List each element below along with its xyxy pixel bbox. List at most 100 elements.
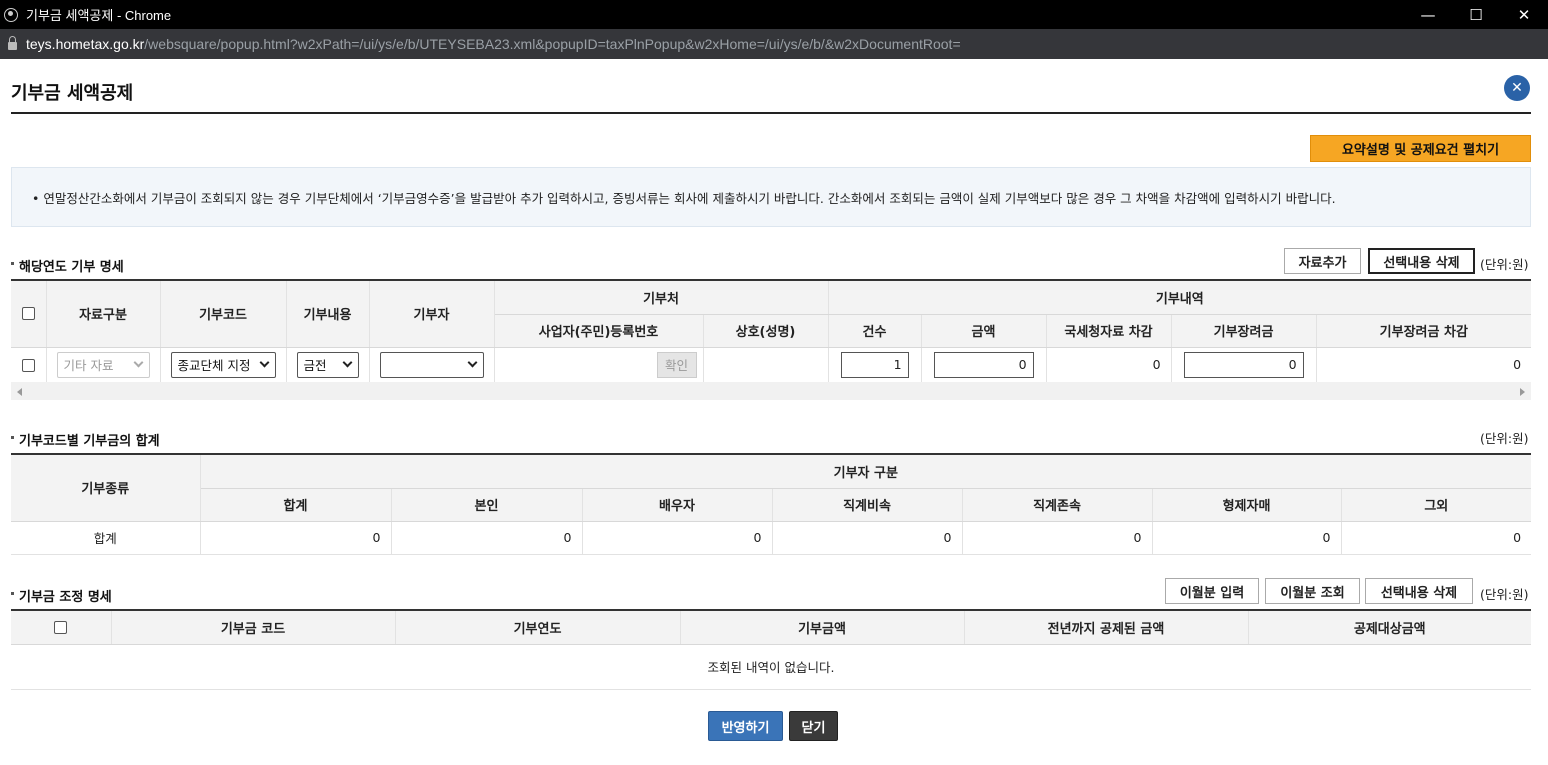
section-title-adjustment: 기부금 조정 명세 xyxy=(11,586,112,605)
incentive-deduct-value: 0 xyxy=(1316,347,1532,383)
header-spouse: 배우자 xyxy=(582,488,773,522)
header-adj-year: 기부연도 xyxy=(395,610,681,645)
page-title: 기부금 세액공제 xyxy=(11,83,134,104)
window-title: 기부금 세액공제 - Chrome xyxy=(26,8,172,23)
header-adj-code: 기부금 코드 xyxy=(111,610,396,645)
row-checkbox-cell xyxy=(11,347,47,383)
header-type: 기부종류 xyxy=(11,454,201,522)
header-content: 기부내용 xyxy=(286,280,370,348)
header-self: 본인 xyxy=(391,488,583,522)
header-count: 건수 xyxy=(828,314,922,348)
sibling-value: 0 xyxy=(1152,521,1342,555)
url-host: teys.hometax.go.kr xyxy=(26,36,145,52)
close-window-button[interactable]: ✕ xyxy=(1500,0,1548,29)
code-value: 종교단체 지정 xyxy=(177,358,251,373)
chevron-down-icon xyxy=(259,357,269,368)
horizontal-scrollbar[interactable] xyxy=(11,382,1531,400)
header-adj-amount: 기부금액 xyxy=(680,610,965,645)
header-total: 합계 xyxy=(200,488,392,522)
header-name: 상호(성명) xyxy=(703,314,829,348)
header-reg-no: 사업자(주민)등록번호 xyxy=(494,314,704,348)
content-value: 금전 xyxy=(303,358,327,373)
url-path: /websquare/popup.html?w2xPath=/ui/ys/e/b… xyxy=(144,36,961,52)
header-other: 그외 xyxy=(1341,488,1532,522)
header-place: 기부처 xyxy=(494,280,829,315)
select-all-checkbox[interactable] xyxy=(21,307,35,321)
header-asc: 직계존속 xyxy=(962,488,1153,522)
minimize-button[interactable]: — xyxy=(1404,0,1452,29)
chevron-down-icon xyxy=(133,357,143,368)
header-desc: 직계비속 xyxy=(772,488,963,522)
row-label: 합계 xyxy=(11,521,201,555)
scroll-left-icon[interactable] xyxy=(17,388,22,396)
data-type-cell: 기타 자료 xyxy=(46,347,161,383)
window-controls: — ☐ ✕ xyxy=(1404,0,1548,29)
row-checkbox[interactable] xyxy=(21,359,35,372)
popup-page: 기부금 세액공제 ✕ 요약설명 및 공제요건 펼치기 • 연말정산간소화에서 기… xyxy=(0,59,1548,765)
incentive-input[interactable]: 0 xyxy=(1183,351,1304,378)
confirm-button[interactable]: 확인 xyxy=(656,351,697,378)
amount-cell: 0 xyxy=(921,347,1047,383)
code-summary-table: 기부종류 기부자 구분 합계 본인 배우자 직계비속 직계존속 형제자매 그외 … xyxy=(11,453,1532,555)
header-code: 기부코드 xyxy=(160,280,287,348)
header-incentive-deduct: 기부장려금 차감 xyxy=(1316,314,1532,348)
header-incentive: 기부장려금 xyxy=(1171,314,1317,348)
header-data-type: 자료구분 xyxy=(46,280,161,348)
header-adj-prev: 전년까지 공제된 금액 xyxy=(964,610,1249,645)
carry-query-button[interactable]: 이월분 조회 xyxy=(1265,578,1360,604)
scroll-right-icon[interactable] xyxy=(1520,388,1525,396)
header-amount: 금액 xyxy=(921,314,1047,348)
table-row: 기타 자료 종교단체 지정 금전 확인 1 0 0 0 0 xyxy=(11,347,1532,383)
lock-icon xyxy=(8,36,17,50)
select-all-checkbox[interactable] xyxy=(54,620,68,634)
unit-label: (단위:원) xyxy=(1480,431,1529,446)
title-divider xyxy=(11,112,1531,114)
empty-message: 조회된 내역이 없습니다. xyxy=(11,644,1531,690)
chrome-icon xyxy=(4,7,18,22)
count-cell: 1 xyxy=(828,347,922,383)
notice-box: • 연말정산간소화에서 기부금이 조회되지 않는 경우 기부단체에서 ‘기부금영… xyxy=(11,167,1531,227)
unit-label: (단위:원) xyxy=(1480,257,1529,272)
delete-selected-button[interactable]: 선택내용 삭제 xyxy=(1368,248,1475,274)
chevron-down-icon xyxy=(342,357,352,368)
count-input[interactable]: 1 xyxy=(840,351,909,378)
header-donor-group: 기부자 구분 xyxy=(200,454,1532,489)
select-all-cell xyxy=(11,280,47,348)
name-cell xyxy=(703,347,829,383)
code-select[interactable]: 종교단체 지정 xyxy=(170,351,276,378)
table-row: 합계 0 0 0 0 0 0 0 xyxy=(11,521,1532,555)
asc-value: 0 xyxy=(962,521,1153,555)
chevron-down-icon xyxy=(467,357,477,368)
close-button[interactable]: 닫기 xyxy=(789,711,838,741)
spouse-value: 0 xyxy=(582,521,773,555)
summary-expand-button[interactable]: 요약설명 및 공제요건 펼치기 xyxy=(1310,135,1531,162)
content-select[interactable]: 금전 xyxy=(296,351,359,378)
total-value: 0 xyxy=(200,521,392,555)
header-donor: 기부자 xyxy=(369,280,495,348)
self-value: 0 xyxy=(391,521,583,555)
other-value: 0 xyxy=(1341,521,1532,555)
delete-selected-adjust-button[interactable]: 선택내용 삭제 xyxy=(1365,578,1473,604)
add-data-button[interactable]: 자료추가 xyxy=(1284,248,1361,274)
apply-button[interactable]: 반영하기 xyxy=(708,711,783,741)
header-adj-target: 공제대상금액 xyxy=(1248,610,1531,645)
data-type-select[interactable]: 기타 자료 xyxy=(56,351,150,378)
address-bar[interactable]: teys.hometax.go.kr/websquare/popup.html?… xyxy=(0,29,1548,59)
maximize-button[interactable]: ☐ xyxy=(1452,0,1500,29)
header-sibling: 형제자매 xyxy=(1152,488,1342,522)
data-type-value: 기타 자료 xyxy=(63,358,114,373)
window-titlebar: 기부금 세액공제 - Chrome — ☐ ✕ xyxy=(0,0,1548,29)
incentive-cell: 0 xyxy=(1171,347,1317,383)
close-icon[interactable]: ✕ xyxy=(1504,75,1530,101)
nts-deduct-value: 0 xyxy=(1046,347,1172,383)
current-year-donation-table: 자료구분 기부코드 기부내용 기부자 기부처 기부내역 사업자(주민)등록번호 … xyxy=(11,279,1532,383)
content-cell: 금전 xyxy=(286,347,370,383)
select-all-cell xyxy=(11,610,112,645)
unit-label: (단위:원) xyxy=(1480,587,1529,602)
donor-select[interactable] xyxy=(379,351,484,378)
amount-input[interactable]: 0 xyxy=(933,351,1034,378)
section-title-code-summary: 기부코드별 기부금의 합계 xyxy=(11,430,160,449)
carry-input-button[interactable]: 이월분 입력 xyxy=(1165,578,1259,604)
section-title-current-year: 해당연도 기부 명세 xyxy=(11,256,124,275)
desc-value: 0 xyxy=(772,521,963,555)
